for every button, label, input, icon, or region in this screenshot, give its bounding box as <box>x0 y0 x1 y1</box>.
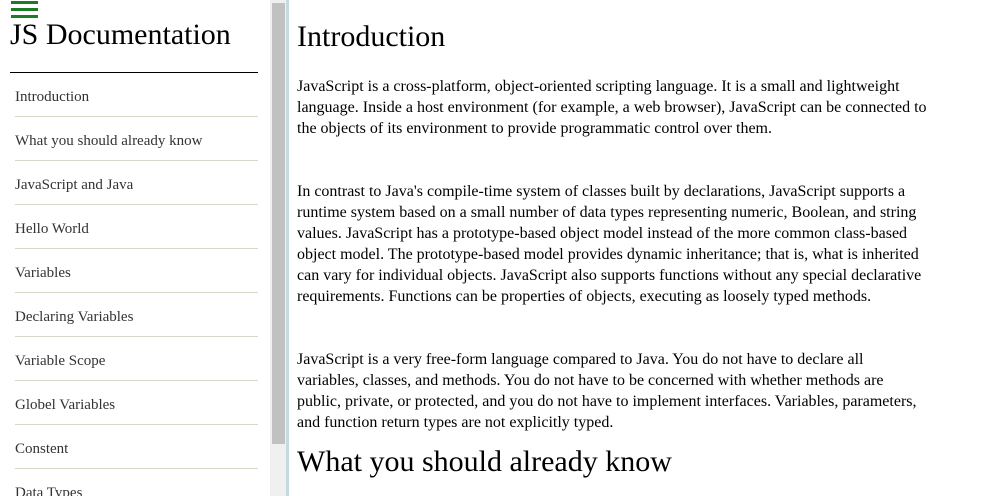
section-paragraph: In contrast to Java's compile-time syste… <box>297 183 922 305</box>
nav-list-item: What you should already know <box>10 117 258 161</box>
nav-list: Introduction What you should already kno… <box>10 73 258 496</box>
sidebar-border <box>286 0 289 496</box>
main-doc: Introduction JavaScript is a cross-platf… <box>297 0 977 496</box>
documentation-page: JS Documentation Introduction What you s… <box>0 0 1000 496</box>
nav-link-constent[interactable]: Constent <box>15 425 258 469</box>
nav-link-javascript-and-java[interactable]: JavaScript and Java <box>15 161 258 205</box>
nav-link-variable-scope[interactable]: Variable Scope <box>15 337 258 381</box>
section-paragraph: JavaScript is a cross-platform, object-o… <box>297 78 927 137</box>
nav-list-item: JavaScript and Java <box>10 161 258 205</box>
nav-link-variables[interactable]: Variables <box>15 249 258 293</box>
nav-list-item: Constent <box>10 425 258 469</box>
nav-list-item: Globel Variables <box>10 381 258 425</box>
sidebar-scrollbar-thumb[interactable] <box>272 3 285 444</box>
nav-link-data-types[interactable]: Data Types <box>15 469 258 496</box>
nav-link-globel-variables[interactable]: Globel Variables <box>15 381 258 425</box>
nav-link-introduction[interactable]: Introduction <box>15 73 258 117</box>
nav-link-declaring-variables[interactable]: Declaring Variables <box>15 293 258 337</box>
menu-bar <box>11 8 38 11</box>
nav-list-item: Introduction <box>10 73 258 117</box>
menu-bar <box>11 1 38 4</box>
nav-list-item: Variables <box>10 249 258 293</box>
nav-list-item: Declaring Variables <box>10 293 258 337</box>
section-heading: Introduction <box>297 20 446 53</box>
nav-list-item: Data Types <box>10 469 258 496</box>
nav-link-what-you-should-already-know[interactable]: What you should already know <box>15 117 258 161</box>
nav-list-item: Variable Scope <box>10 337 258 381</box>
section-heading: What you should already know <box>297 445 672 478</box>
sidebar-title: JS Documentation <box>10 18 231 51</box>
nav-link-hello-world[interactable]: Hello World <box>15 205 258 249</box>
sidebar-navbar: JS Documentation Introduction What you s… <box>0 0 286 496</box>
section-paragraph: JavaScript is a very free-form language … <box>297 351 917 431</box>
nav-list-item: Hello World <box>10 205 258 249</box>
